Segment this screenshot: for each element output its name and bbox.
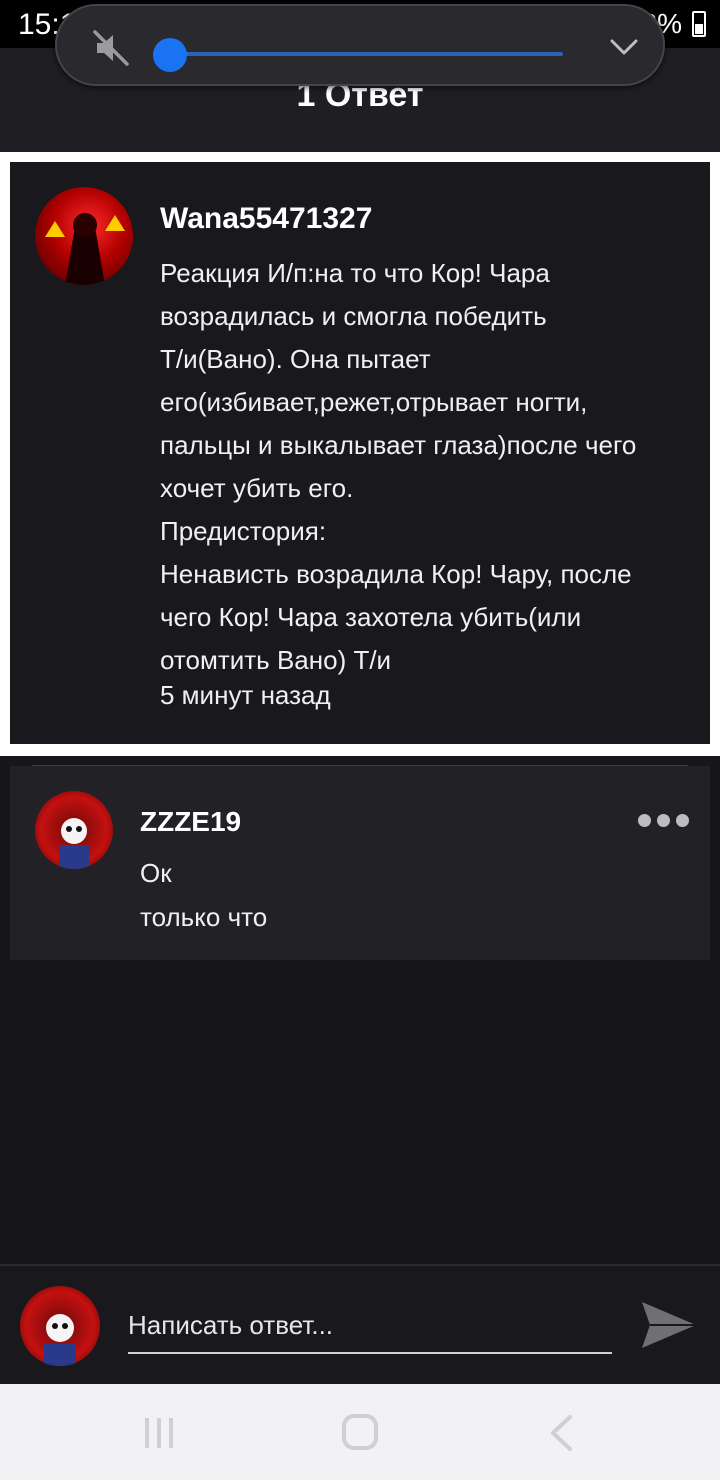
comment-author[interactable]: Wana55471327 [160,202,372,236]
volume-slider-thumb[interactable] [153,38,187,72]
avatar[interactable] [35,791,113,869]
current-user-avatar [20,1286,100,1366]
volume-panel [55,4,665,86]
dot [657,814,670,827]
send-icon[interactable] [640,1298,698,1352]
avatar-image [45,213,125,285]
comment-text: Реакция И/п:на то что Кор! Чара возрадил… [160,258,637,675]
main-comment-frame: Wana55471327 Реакция И/п:на то что Кор! … [0,152,720,756]
chevron-down-icon[interactable] [609,36,639,58]
reply-item: ZZZE19 Ок только что [10,766,710,960]
reply-author[interactable]: ZZZE19 [140,806,241,838]
recents-icon[interactable] [142,1416,176,1450]
system-nav-bar [0,1384,720,1480]
avatar-image [59,818,89,869]
dot [638,814,651,827]
volume-mute-icon[interactable] [91,28,131,68]
volume-slider-track[interactable] [169,52,563,56]
avatar-image [44,1314,76,1366]
reply-text: Ок [140,858,172,888]
main-comment: Wana55471327 Реакция И/п:на то что Кор! … [10,162,710,744]
dot [676,814,689,827]
reply-input-bar [0,1264,720,1384]
home-icon[interactable] [342,1414,378,1450]
back-icon[interactable] [548,1414,574,1452]
reply-input[interactable] [128,1298,612,1354]
reply-timestamp: только что [140,902,268,932]
comment-timestamp: 5 минут назад [160,680,331,710]
battery-icon [692,11,706,37]
avatar[interactable] [35,187,133,285]
more-options-icon[interactable] [638,814,690,828]
